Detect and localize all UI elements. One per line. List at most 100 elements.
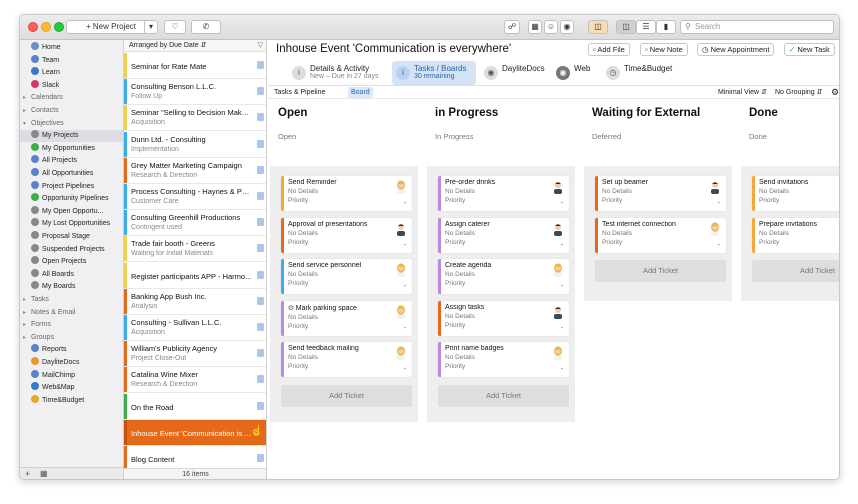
chevron-right-icon[interactable]: ▸	[23, 92, 31, 104]
chevron-right-icon[interactable]: ▸	[23, 294, 31, 306]
sidebar-item-my-open-opportu-[interactable]: My Open Opportu...	[20, 205, 123, 218]
list-item[interactable]: Grey Matter Marketing Campaign Research &…	[124, 157, 266, 184]
list-item[interactable]: Seminar "Selling to Decision Maker... Acq…	[124, 105, 266, 132]
sidebar-item-my-boards[interactable]: My Boards	[20, 281, 123, 293]
sidebar-group-objectives[interactable]: ▾ Objectives	[20, 118, 123, 130]
list-view-button[interactable]: ☰	[636, 20, 656, 34]
list-item[interactable]: William's Publicity Agency Project Close-…	[124, 341, 266, 368]
add-ticket-button[interactable]: Add Ticket	[595, 260, 726, 283]
task-card[interactable]: Send invitationsNo DetailsPriority-	[752, 176, 839, 211]
sidebar-group-notes-email[interactable]: ▸ Notes & Email	[20, 307, 123, 319]
sidebar-item-daylitedocs[interactable]: DayliteDocs	[20, 357, 123, 369]
task-card[interactable]: Print name badges No Details Priority -	[438, 342, 569, 378]
chevron-right-icon[interactable]: ▸	[23, 105, 31, 117]
document-icon[interactable]	[257, 87, 264, 96]
document-icon[interactable]	[257, 454, 264, 462]
task-card[interactable]: Assign caterer No Details Priority -	[438, 217, 569, 253]
add-icon[interactable]: +	[25, 468, 30, 479]
sidebar-item-reports[interactable]: Reports	[20, 344, 123, 356]
document-icon[interactable]	[257, 349, 264, 358]
link-button[interactable]: ☍	[504, 20, 520, 34]
sidebar-item-all-projects[interactable]: All Projects	[20, 155, 123, 167]
sidebar-item-project-pipelines[interactable]: Project Pipelines	[20, 180, 123, 193]
document-icon[interactable]	[257, 401, 264, 410]
task-card[interactable]: Assign tasks No Details Priority -	[438, 300, 569, 336]
list-item[interactable]: Consulting Greenhill Productions Continge…	[124, 210, 266, 237]
list-item[interactable]: Seminar for Rate Mate	[124, 53, 266, 79]
chart-view-button[interactable]: ▮	[656, 20, 676, 34]
sidebar-item-all-opportunities[interactable]: All Opportunities	[20, 168, 123, 180]
document-icon[interactable]	[257, 270, 264, 279]
document-icon[interactable]	[257, 113, 264, 122]
tab-web[interactable]: ◉ Web	[552, 61, 596, 85]
sidebar-item-mailchimp[interactable]: MailChimp	[20, 369, 123, 382]
task-card[interactable]: Prepare invitationsNo DetailsPriority-	[752, 217, 839, 253]
search-input[interactable]: ⚲ Search	[680, 20, 834, 34]
new-task-button[interactable]: ✓ New Task	[784, 43, 835, 56]
task-card[interactable]: Set up beamer No Details Priority -	[595, 176, 726, 211]
minimize-window-button[interactable]	[41, 22, 51, 32]
sidebar-item-proposal-stage[interactable]: Proposal Stage	[20, 231, 123, 243]
call-button[interactable]: ✆	[191, 20, 221, 34]
objectives-button[interactable]: ◉	[560, 20, 574, 34]
task-card[interactable]: ⊙ Mark parking space No Details Priority -	[281, 300, 412, 336]
document-icon[interactable]	[257, 323, 264, 331]
document-icon[interactable]	[257, 165, 264, 174]
document-icon[interactable]	[257, 296, 264, 305]
task-card[interactable]: Test internet connection No Details Priori…	[595, 217, 726, 253]
task-card[interactable]: Send Reminder No Details Priority -	[281, 176, 412, 211]
task-card[interactable]: Send feedback mailing No Details Priority -	[281, 342, 412, 378]
close-window-button[interactable]	[28, 22, 38, 32]
sort-header[interactable]: Arranged by Due Date ⇵ ▽	[124, 40, 266, 52]
tab-time-budget[interactable]: ◷ Time&Budget	[602, 61, 682, 85]
table-icon[interactable]: ▦	[40, 468, 48, 479]
sidebar-group-calendars[interactable]: ▸ Calendars	[20, 92, 123, 104]
tab-tasks-pipeline[interactable]: Tasks & Pipeline	[271, 87, 328, 98]
document-icon[interactable]	[257, 192, 264, 200]
filter-icon[interactable]: ▽	[258, 40, 263, 52]
sidebar-item-home[interactable]: Home	[20, 42, 123, 54]
list-item[interactable]: Consulting Benson L.L.C. Follow Up	[124, 79, 266, 106]
task-card[interactable]: Pre-order drinks No Details Priority -	[438, 176, 569, 211]
list-item[interactable]: Process Consulting - Haynes & Par... Cust…	[124, 184, 266, 210]
new-menu-dropdown[interactable]: ▾	[144, 20, 158, 34]
chevron-down-icon[interactable]: ▾	[23, 118, 31, 130]
document-icon[interactable]	[257, 375, 264, 384]
task-card[interactable]: Send service personnel No Details Priority…	[281, 259, 412, 295]
sidebar-item-suspended-projects[interactable]: Suspended Projects	[20, 243, 123, 256]
add-file-button[interactable]: ▫ Add File	[588, 43, 630, 56]
tab-board[interactable]: Board	[348, 87, 373, 98]
sidebar-item-learn[interactable]: Learn	[20, 67, 123, 79]
split-view-button[interactable]: ◫	[616, 20, 636, 34]
list-item[interactable]: Catalina Wine Mixer Research & Direction	[124, 367, 266, 394]
sidebar-item-my-lost-opportunities[interactable]: My Lost Opportunities	[20, 218, 123, 230]
contacts-button[interactable]: ☺	[544, 20, 558, 34]
sidebar-item-my-projects[interactable]: My Projects	[20, 130, 123, 143]
chevron-right-icon[interactable]: ▸	[23, 332, 31, 344]
new-project-button[interactable]: + New Project	[66, 20, 156, 34]
list-item[interactable]: Trade fair booth - Greens Waiting for Ini…	[124, 236, 266, 263]
new-note-button[interactable]: ▫ New Note	[640, 43, 688, 56]
list-item[interactable]: Dunn Ltd. - Consulting Implementation	[124, 131, 266, 158]
tab-daylitedocs[interactable]: ◉ DayliteDocs	[480, 61, 550, 85]
add-ticket-button[interactable]: Add Ticket	[438, 385, 569, 407]
document-icon[interactable]	[257, 139, 264, 148]
sidebar-toggle-button[interactable]: ◫	[588, 20, 608, 34]
sidebar-item-web-map[interactable]: Web&Map	[20, 382, 123, 394]
notifications-button[interactable]: ♡	[164, 20, 186, 34]
sidebar-item-all-boards[interactable]: All Boards	[20, 268, 123, 281]
sidebar-item-time-budget[interactable]: Time&Budget	[20, 394, 123, 407]
document-icon[interactable]	[257, 218, 264, 227]
chevron-right-icon[interactable]: ▸	[23, 319, 31, 331]
sidebar-item-opportunity-pipelines[interactable]: Opportunity Pipelines	[20, 193, 123, 205]
add-ticket-button[interactable]: Add Ticket	[281, 385, 412, 407]
list-item[interactable]: Register participants APP - Harmo...	[124, 262, 266, 289]
sidebar-item-my-opportunities[interactable]: My Opportunities	[20, 142, 123, 155]
list-item[interactable]: Banking App Bush Inc. Analysis	[124, 288, 266, 315]
add-ticket-button[interactable]: Add Ticket	[752, 260, 839, 283]
tab-tasks-boards[interactable]: i Tasks / Boards 30 remaining	[392, 61, 476, 85]
tab-details-activity[interactable]: i Details & Activity New – Due in 27 day…	[288, 61, 388, 85]
sidebar-item-slack[interactable]: Slack	[20, 79, 123, 92]
sidebar-group-groups[interactable]: ▸ Groups	[20, 332, 123, 344]
calendar-button[interactable]: ▦	[528, 20, 542, 34]
